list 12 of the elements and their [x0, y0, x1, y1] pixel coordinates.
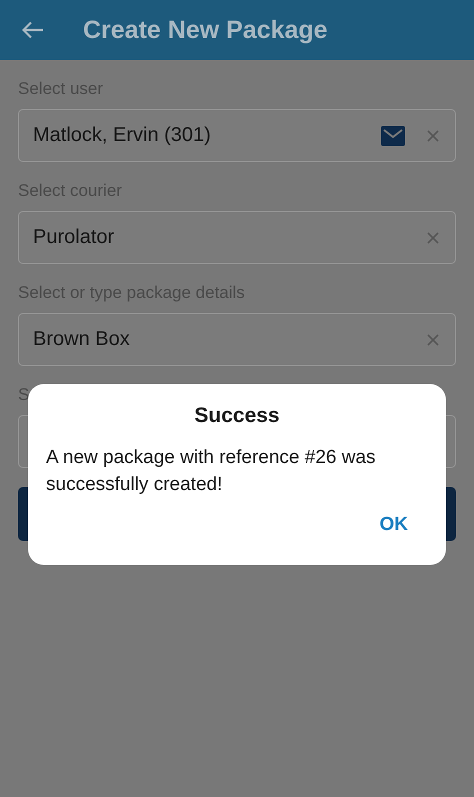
select-field[interactable]: Purolator	[18, 211, 456, 264]
clear-icon[interactable]	[427, 130, 439, 142]
select-field[interactable]: Matlock, Ervin (301)	[18, 109, 456, 162]
dialog-message: A new package with reference #26 was successfully created!	[46, 446, 377, 497]
mail-icon[interactable]	[381, 126, 405, 146]
page-title: Create New Package	[83, 16, 328, 44]
dialog-title: Success	[194, 404, 280, 428]
ok-button[interactable]: OK	[360, 510, 428, 540]
clear-icon[interactable]	[427, 232, 439, 244]
select-field[interactable]: Brown Box	[18, 313, 456, 366]
back-icon[interactable]	[22, 21, 44, 39]
clear-icon[interactable]	[427, 334, 439, 346]
